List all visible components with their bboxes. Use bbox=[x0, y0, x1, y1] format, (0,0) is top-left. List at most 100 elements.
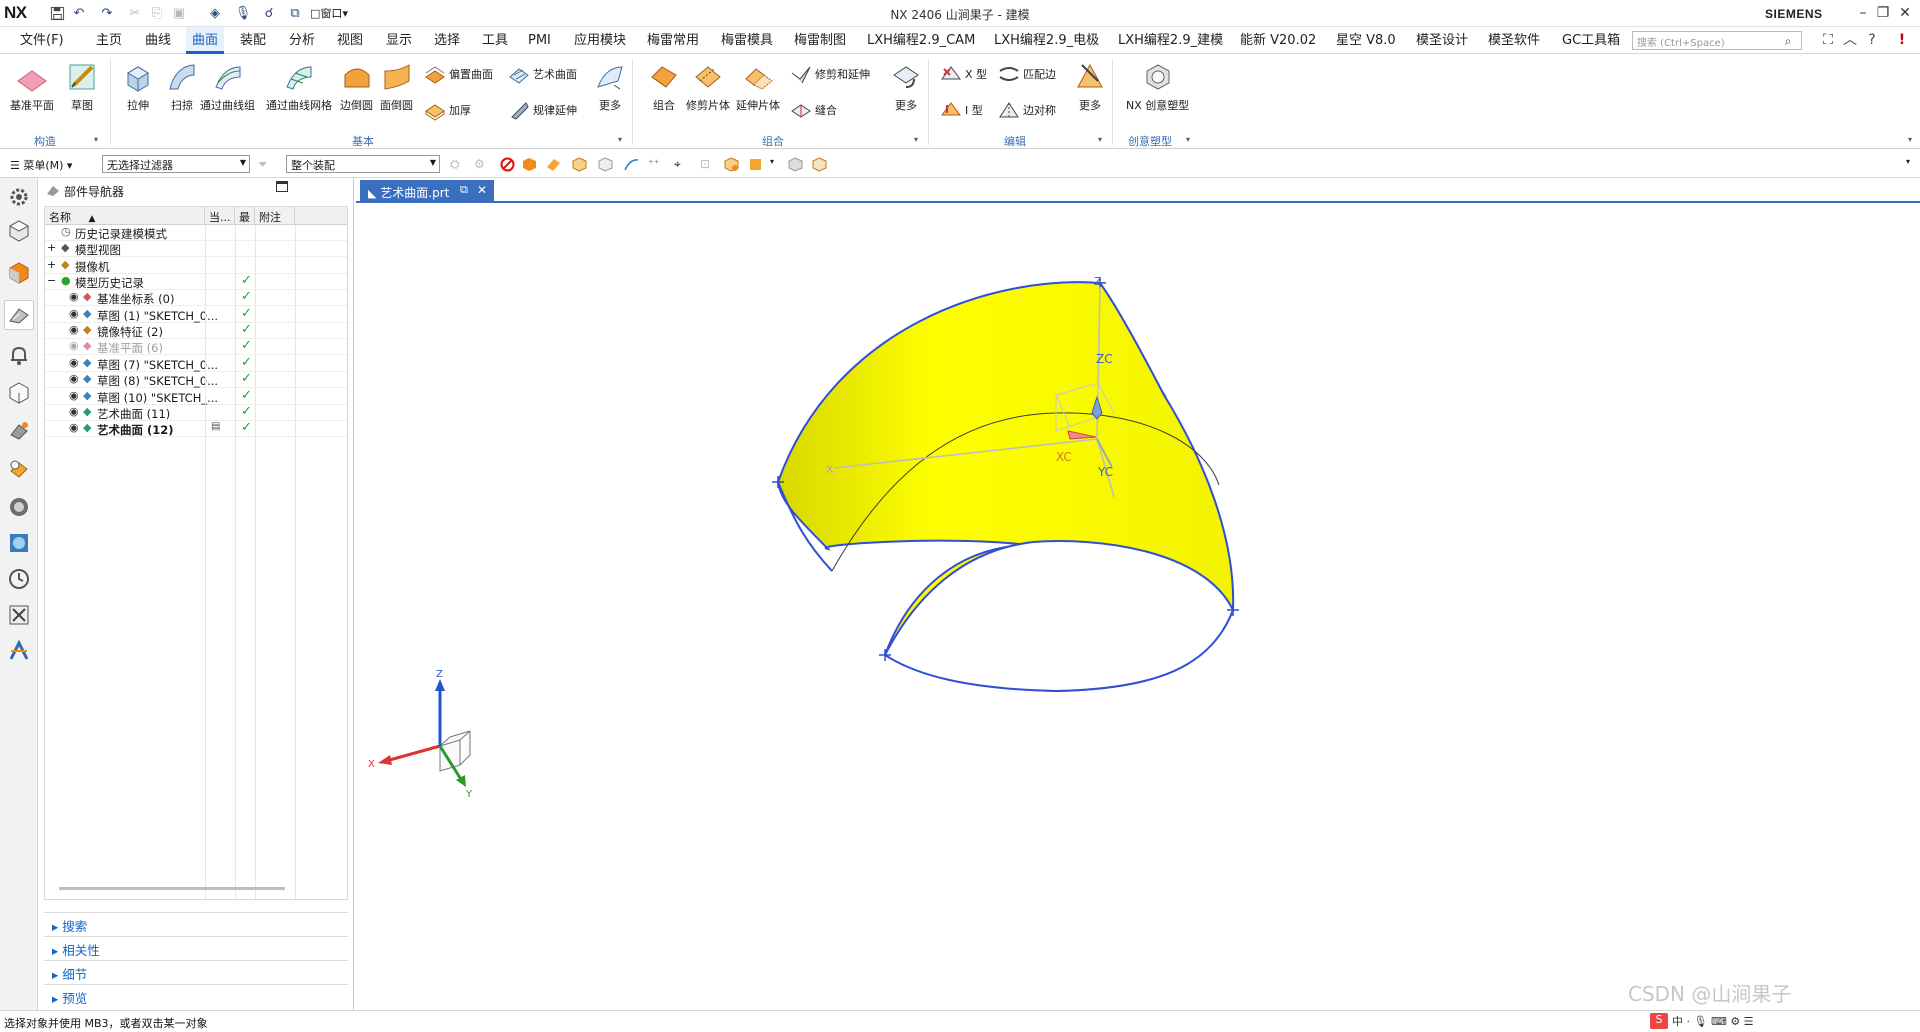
tree-row[interactable]: ◉ ◆ 艺术曲面 (12) ✓ ▤ bbox=[45, 420, 347, 438]
section-dependencies[interactable]: ▸ 相关性 bbox=[44, 936, 348, 958]
horizontal-scrollbar[interactable] bbox=[59, 887, 285, 890]
deselect-all-icon[interactable] bbox=[500, 157, 515, 172]
tree-row[interactable]: ◉ ◆ 草图 (8) "SKETCH_0... ✓ bbox=[45, 371, 347, 389]
menu-analysis[interactable]: 分析 bbox=[289, 27, 315, 54]
visibility-eye-icon[interactable]: ◉ bbox=[69, 421, 79, 434]
system-materials-icon[interactable] bbox=[4, 528, 34, 558]
minimize-button[interactable]: – bbox=[1852, 2, 1874, 24]
graphics-window[interactable]: ZC XC YC X Z Z X Y bbox=[356, 205, 1920, 1010]
face-icon[interactable] bbox=[572, 157, 587, 172]
custom-tool-icon[interactable] bbox=[4, 636, 34, 666]
touch-mode-icon[interactable]: ☌ bbox=[258, 3, 280, 23]
match-edge-button[interactable]: 匹配边 bbox=[998, 63, 1056, 85]
pick-filter-icon[interactable]: ⊡ bbox=[700, 157, 715, 172]
document-tab[interactable]: ◣ 艺术曲面.prt ⧉ ✕ bbox=[360, 180, 494, 203]
menu-file[interactable]: 文件(F) bbox=[20, 27, 64, 54]
sweep-button[interactable]: 扫掠 bbox=[166, 61, 198, 113]
tree-row[interactable]: ◉ ◆ 镜像特征 (2) ✓ bbox=[45, 322, 347, 340]
filter-icon[interactable]: ⏷ bbox=[258, 157, 273, 172]
edit-more-button[interactable]: 更多 bbox=[1074, 61, 1106, 113]
select-body-icon[interactable]: ⚙ bbox=[474, 157, 489, 172]
part-navigator-icon[interactable] bbox=[4, 300, 34, 330]
menu-surface[interactable]: 曲面 bbox=[186, 27, 225, 54]
window-menu[interactable]: □ 窗口 ▾ bbox=[304, 3, 354, 23]
curve-icon[interactable] bbox=[624, 157, 639, 172]
assembly-filter-icon[interactable] bbox=[748, 157, 763, 172]
group-combine-expand-icon[interactable]: ▾ bbox=[914, 135, 918, 144]
show-hidden-icon[interactable] bbox=[812, 157, 827, 172]
group-construct-expand-icon[interactable]: ▾ bbox=[94, 135, 98, 144]
menu-nengxin[interactable]: 能新 V20.02 bbox=[1240, 27, 1316, 54]
group-creative-expand-icon[interactable]: ▾ bbox=[1186, 135, 1190, 144]
edge-icon[interactable] bbox=[598, 157, 613, 172]
visibility-eye-icon[interactable]: ◉ bbox=[69, 405, 79, 418]
group-edit-expand-icon[interactable]: ▾ bbox=[1098, 135, 1102, 144]
through-curves-button[interactable]: 通过曲线组 bbox=[200, 61, 255, 113]
cut-icon[interactable]: ✂ bbox=[124, 3, 146, 23]
main-menu-button[interactable]: ☰ 菜单(M) ▾ bbox=[10, 157, 72, 173]
command-search-input[interactable]: 搜索 (Ctrl+Space) bbox=[1632, 31, 1802, 50]
visibility-eye-icon[interactable]: ◉ bbox=[69, 290, 79, 303]
expand-icon[interactable]: + bbox=[47, 241, 56, 254]
through-curve-mesh-button[interactable]: 通过曲线网格 bbox=[266, 61, 332, 113]
menu-tools[interactable]: 工具 bbox=[482, 27, 508, 54]
edge-blend-button[interactable]: 边倒圆 bbox=[340, 61, 373, 113]
tree-row[interactable]: ◉ ◆ 草图 (7) "SKETCH_0... ✓ bbox=[45, 355, 347, 372]
menu-meilei-common[interactable]: 梅雷常用 bbox=[647, 27, 699, 54]
maximize-panel-icon[interactable] bbox=[276, 181, 288, 192]
column-name[interactable]: 名称 ▲ bbox=[45, 207, 205, 225]
view-filter-icon[interactable] bbox=[788, 157, 803, 172]
web-browser-icon[interactable] bbox=[4, 454, 34, 484]
window-switch-icon[interactable]: ⧉ bbox=[284, 3, 306, 23]
reuse-library-icon[interactable] bbox=[4, 378, 34, 408]
assembly-navigator-icon[interactable] bbox=[4, 216, 34, 246]
expand-icon[interactable]: + bbox=[47, 258, 56, 271]
repeat-command-icon[interactable]: ◈ bbox=[204, 3, 226, 23]
ime-toolbar-icon[interactable]: 中 · 🎙 ⌨ ⚙ ☰ bbox=[1672, 1013, 1754, 1029]
notifications-bell-icon[interactable] bbox=[4, 340, 34, 370]
toolbar-options-icon[interactable]: ▾ bbox=[1906, 157, 1920, 172]
menu-mosheng-software[interactable]: 模圣软件 bbox=[1488, 27, 1540, 54]
datum-plane-button[interactable]: 基准平面 bbox=[10, 61, 54, 113]
tree-row[interactable]: ◉ ◆ 艺术曲面 (11) ✓ bbox=[45, 404, 347, 421]
tree-row[interactable]: ◉ ◆ 草图 (1) "SKETCH_0... ✓ bbox=[45, 306, 347, 323]
menu-assembly[interactable]: 装配 bbox=[240, 27, 266, 54]
sheet-body-icon[interactable] bbox=[546, 157, 561, 172]
menu-meilei-mold[interactable]: 梅雷模具 bbox=[721, 27, 773, 54]
section-search[interactable]: ▸ 搜索 bbox=[44, 912, 348, 934]
visibility-eye-icon[interactable]: ◉ bbox=[69, 372, 79, 385]
tree-row[interactable]: ◉ ◆ 基准坐标系 (0) ✓ bbox=[45, 289, 347, 307]
snap-point-icon[interactable]: ⌖ bbox=[674, 157, 689, 172]
menu-pmi[interactable]: PMI bbox=[528, 27, 551, 54]
extrude-button[interactable]: 拉伸 bbox=[122, 61, 154, 113]
sketch-button[interactable]: 草图 bbox=[66, 61, 98, 113]
menu-select[interactable]: 选择 bbox=[434, 27, 460, 54]
trim-and-extend-button[interactable]: 修剪和延伸 bbox=[790, 63, 870, 85]
paste-icon[interactable]: ▣ bbox=[168, 3, 190, 23]
trim-sheet-button[interactable]: 修剪片体 bbox=[686, 61, 730, 113]
clock-icon[interactable] bbox=[4, 564, 34, 594]
menu-applications[interactable]: 应用模块 bbox=[574, 27, 626, 54]
tree-row[interactable]: ◷ 历史记录建模模式 bbox=[45, 225, 347, 241]
studio-surface-button[interactable]: 艺术曲面 bbox=[508, 63, 577, 85]
section-preview[interactable]: ▸ 预览 bbox=[44, 984, 348, 1006]
menu-lxh-modeling[interactable]: LXH编程2.9_建模 bbox=[1118, 27, 1223, 54]
menu-gc-toolbox[interactable]: GC工具箱 bbox=[1562, 27, 1620, 54]
menu-home[interactable]: 主页 bbox=[96, 27, 122, 54]
thicken-button[interactable]: 加厚 bbox=[424, 99, 471, 121]
edge-symmetry-button[interactable]: 边对称 bbox=[998, 99, 1056, 121]
tree-row[interactable]: + ◆ 摄像机 bbox=[45, 258, 347, 274]
restore-button[interactable]: ❐ bbox=[1872, 2, 1894, 24]
select-feature-icon[interactable]: ⛭ bbox=[450, 157, 465, 172]
visibility-eye-icon[interactable]: ◉ bbox=[69, 323, 79, 336]
visibility-eye-icon[interactable]: ◉ bbox=[69, 389, 79, 402]
combine-more-button[interactable]: 更多 bbox=[890, 61, 922, 113]
solid-body-icon[interactable] bbox=[522, 157, 537, 172]
menu-lxh-electrode[interactable]: LXH编程2.9_电极 bbox=[994, 27, 1099, 54]
menu-xingkong[interactable]: 星空 V8.0 bbox=[1336, 27, 1396, 54]
tree-row[interactable]: ◉ ◆ 草图 (10) "SKETCH_... ✓ bbox=[45, 388, 347, 405]
roles-icon[interactable] bbox=[4, 600, 34, 630]
component-icon[interactable] bbox=[724, 157, 739, 172]
offset-surface-button[interactable]: 偏置曲面 bbox=[424, 63, 493, 85]
basic-more-button[interactable]: 更多 bbox=[594, 61, 626, 113]
